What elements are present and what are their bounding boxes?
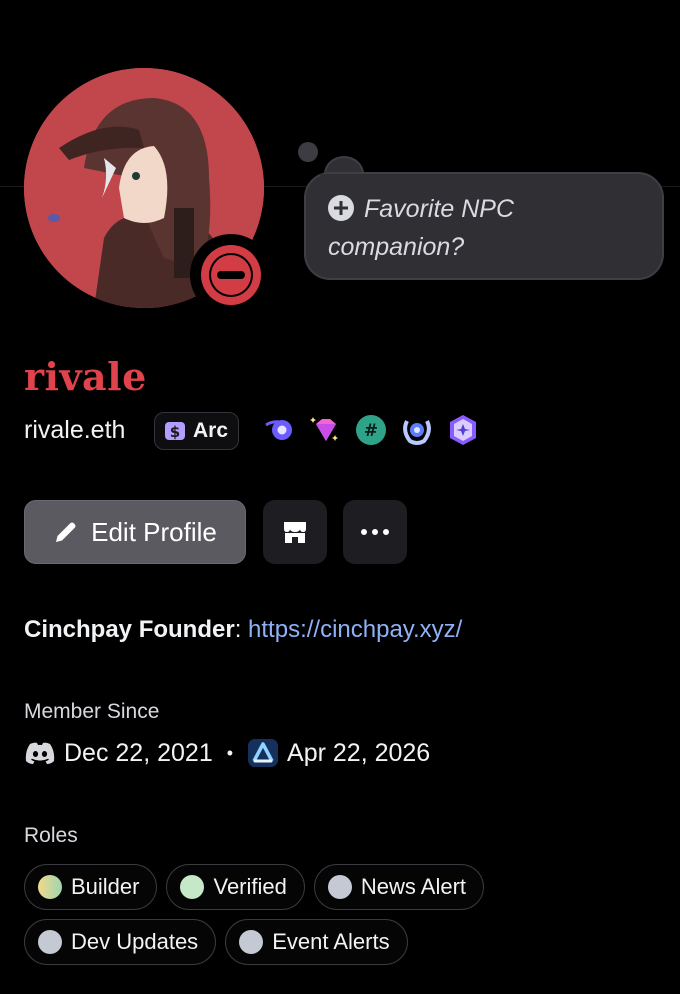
shop-button[interactable] — [263, 500, 327, 564]
arc-tag-icon: $ — [165, 422, 185, 441]
role-color-dot — [327, 875, 352, 899]
bio-link[interactable]: https://cinchpay.xyz/ — [248, 616, 462, 643]
shop-icon — [284, 522, 306, 543]
more-options-button[interactable] — [343, 500, 407, 564]
badge-list: # — [262, 413, 480, 447]
role-color-dot — [180, 875, 205, 899]
svg-text:#: # — [364, 421, 378, 441]
roles-label: Roles — [24, 824, 78, 847]
add-icon — [328, 195, 354, 221]
discord-icon — [25, 742, 55, 764]
display-name: rivale — [24, 354, 147, 399]
laurel-badge-icon[interactable] — [400, 413, 434, 447]
member-since-label: Member Since — [24, 700, 160, 723]
pencil-icon — [56, 522, 76, 542]
bio: Cinchpay Founder: https://cinchpay.xyz/ — [24, 616, 463, 643]
hashtag-badge-icon[interactable]: # — [354, 413, 388, 447]
roles-list: Builder Verified News Alert Dev Updates … — [24, 864, 644, 965]
role-color-dot — [38, 930, 62, 954]
role-event-alerts[interactable]: Event Alerts — [225, 919, 408, 965]
role-builder[interactable]: Builder — [24, 864, 158, 910]
role-news-alert[interactable]: News Alert — [313, 864, 485, 910]
role-color-dot — [239, 930, 264, 954]
username[interactable]: rivale.eth — [24, 416, 125, 445]
custom-status-text[interactable]: Favorite NPC companion? — [328, 190, 638, 266]
role-dev-updates[interactable]: Dev Updates — [24, 919, 217, 965]
server-tag[interactable]: $ Arc — [154, 412, 240, 450]
quest-badge-icon[interactable] — [446, 413, 480, 447]
svg-text:$: $ — [170, 423, 180, 441]
diamond-badge-icon[interactable] — [308, 413, 342, 447]
bubble-dot — [298, 142, 318, 162]
role-verified[interactable]: Verified — [166, 864, 305, 910]
role-color-dot — [38, 875, 62, 899]
member-since-row: Dec 22, 2021 • Apr 22, 2026 — [24, 738, 430, 768]
orbs-badge-icon[interactable] — [262, 413, 296, 447]
edit-profile-button[interactable]: Edit Profile — [24, 500, 246, 564]
ellipsis-icon — [361, 529, 389, 535]
dnd-status-icon — [190, 234, 272, 316]
server-icon — [248, 739, 279, 767]
